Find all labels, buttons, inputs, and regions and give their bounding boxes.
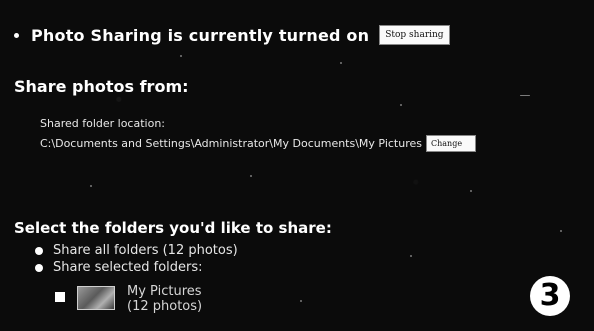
share-selected-option[interactable]: Share selected folders: (35, 260, 203, 275)
noise-speck (400, 104, 402, 106)
stop-sharing-button[interactable]: Stop sharing (379, 25, 450, 45)
folder-list-item: My Pictures (12 photos) (55, 284, 202, 314)
noise-speck (180, 55, 182, 57)
noise-speck (300, 300, 302, 302)
share-from-heading: Share photos from: (14, 77, 189, 96)
share-all-label: Share all folders (12 photos) (53, 243, 238, 258)
shared-folder-path: C:\Documents and Settings\Administrator\… (40, 137, 422, 150)
share-all-option[interactable]: Share all folders (12 photos) (35, 243, 238, 258)
shared-folder-row: C:\Documents and Settings\Administrator\… (40, 135, 476, 152)
share-all-radio[interactable] (35, 246, 43, 255)
noise-speck (250, 175, 252, 177)
folder-photo-count: (12 photos) (127, 299, 203, 314)
sharing-status-row: Photo Sharing is currently turned on Sto… (14, 24, 450, 46)
noise-speck (410, 255, 412, 257)
folder-name: My Pictures (127, 284, 202, 299)
shared-folder-label: Shared folder location: (40, 117, 166, 130)
noise-speck (90, 185, 92, 187)
folder-checkbox[interactable] (55, 292, 65, 302)
bullet-icon (14, 32, 19, 38)
noise-speck (340, 62, 342, 64)
noise-speck (470, 190, 472, 192)
folder-thumbnail-icon (77, 286, 115, 310)
sharing-status-text: Photo Sharing is currently turned on (31, 25, 370, 45)
step-number-badge: 3 (530, 276, 570, 316)
photo-sharing-panel: Photo Sharing is currently turned on Sto… (0, 0, 594, 331)
folder-text: My Pictures (12 photos) (127, 284, 202, 314)
share-selected-label: Share selected folders: (53, 260, 203, 275)
change-folder-button[interactable]: Change (426, 135, 476, 152)
noise-speck (520, 95, 530, 96)
select-folders-heading: Select the folders you'd like to share: (14, 219, 332, 237)
noise-speck (560, 230, 562, 232)
share-selected-radio[interactable] (35, 263, 43, 272)
